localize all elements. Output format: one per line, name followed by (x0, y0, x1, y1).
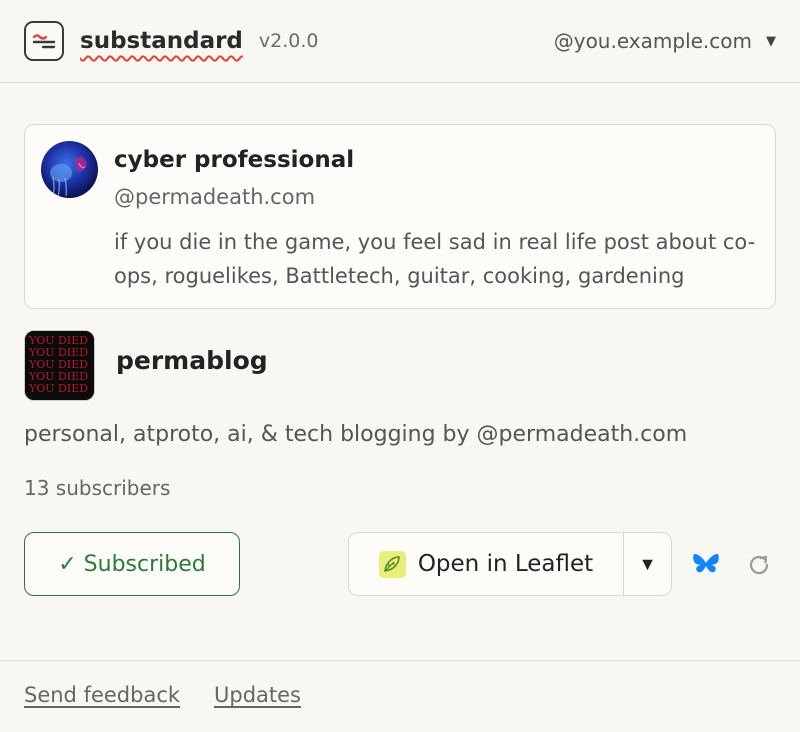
subscriber-count: 13 subscribers (24, 476, 171, 500)
publication-description: personal, atproto, ai, & tech blogging b… (24, 422, 688, 447)
open-in-leaflet-group: Open in Leaflet ▼ (348, 532, 672, 596)
subscribed-button[interactable]: ✓ Subscribed (24, 532, 240, 596)
profile-handle: @permadeath.com (114, 185, 316, 209)
send-feedback-link[interactable]: Send feedback (24, 683, 180, 707)
leaf-icon (378, 550, 406, 578)
refresh-button[interactable] (744, 550, 774, 580)
account-handle: @you.example.com (553, 29, 752, 53)
profile-bio: if you die in the game, you feel sad in … (114, 230, 756, 288)
open-options-dropdown[interactable]: ▼ (623, 533, 671, 595)
profile-name: cyber professional (114, 147, 355, 173)
avatar (41, 141, 98, 198)
open-in-leaflet-button[interactable]: Open in Leaflet (349, 533, 623, 595)
refresh-icon (749, 555, 769, 575)
app-header: substandard v2.0.0 @you.example.com ▼ (0, 0, 800, 83)
publication-icon: YOU DIED YOU DIED YOU DIED YOU DIED YOU … (24, 330, 95, 401)
app-name: substandard (80, 28, 243, 54)
butterfly-icon (693, 553, 719, 572)
triangle-down-icon: ▼ (766, 33, 776, 49)
app-footer: Send feedback Updates (0, 660, 800, 732)
publication-name: permablog (116, 346, 268, 375)
open-in-leaflet-label: Open in Leaflet (417, 551, 594, 577)
bluesky-button[interactable] (690, 550, 722, 578)
account-menu[interactable]: @you.example.com ▼ (554, 29, 776, 53)
app-version: v2.0.0 (258, 30, 319, 52)
updates-link[interactable]: Updates (214, 683, 301, 707)
publication-icon-line: YOU DIED (28, 382, 88, 395)
profile-card: cyber professional @permadeath.com if yo… (24, 124, 776, 309)
chat-lines-icon (24, 21, 64, 61)
